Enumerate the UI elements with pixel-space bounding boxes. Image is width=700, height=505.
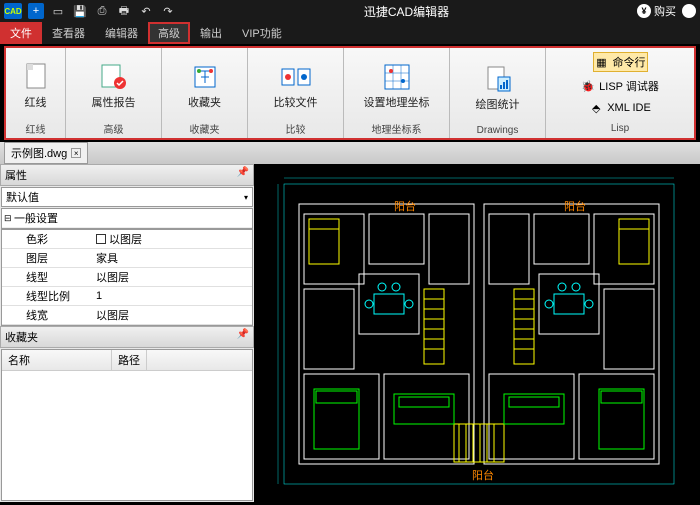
- props-grid: 色彩以图层 图层家具 线型以图层 线型比例1 线宽以图层: [1, 229, 253, 326]
- stats-label: 绘图统计: [476, 96, 520, 112]
- svg-text:阳台: 阳台: [472, 468, 494, 482]
- xml-ide-button[interactable]: ⬘ XML IDE: [588, 100, 652, 116]
- redline-button[interactable]: 红线: [21, 52, 51, 119]
- doc-name: 示例图.dwg: [11, 145, 67, 161]
- prop-key: 线宽: [2, 306, 92, 324]
- chevron-down-icon: ▾: [244, 193, 248, 202]
- group-geo: 地理坐标系: [372, 119, 422, 136]
- pin-icon[interactable]: 📌: [237, 329, 249, 345]
- document-tab[interactable]: 示例图.dwg ×: [4, 142, 88, 164]
- stats-button[interactable]: 绘图统计: [476, 52, 520, 123]
- tab-output[interactable]: 输出: [190, 22, 232, 44]
- ribbon: 红线 红线 属性报告 高级 收藏夹 收藏夹 比较文件 比较 设置地理坐标 地理坐…: [4, 46, 696, 140]
- report-button[interactable]: 属性报告: [92, 52, 136, 119]
- color-swatch: [96, 234, 106, 244]
- prop-val[interactable]: 1: [92, 287, 252, 305]
- geo-label: 设置地理坐标: [364, 94, 430, 110]
- group-drawings: Drawings: [477, 123, 519, 136]
- xml-label: XML IDE: [607, 102, 651, 114]
- tab-editor[interactable]: 编辑器: [95, 22, 148, 44]
- lisp-debug-button[interactable]: 🐞 LISP 调试器: [580, 77, 660, 95]
- prop-key: 图层: [2, 249, 92, 267]
- undo-icon[interactable]: ↶: [138, 3, 154, 19]
- drawing-canvas[interactable]: 阳台 阳台 阳台: [254, 164, 700, 502]
- section-label: 一般设置: [14, 210, 58, 226]
- geo-icon: [382, 62, 412, 92]
- prop-val[interactable]: 家具: [92, 249, 252, 267]
- section-general[interactable]: ⊟ 一般设置: [2, 209, 252, 228]
- buy-button[interactable]: ¥购买: [637, 3, 676, 19]
- xml-icon: ⬘: [589, 101, 603, 115]
- fav-col-path[interactable]: 路径: [112, 350, 147, 370]
- cmd-icon: ▦: [595, 55, 609, 69]
- fav-title: 收藏夹: [5, 329, 38, 345]
- default-dropdown[interactable]: 默认值 ▾: [1, 187, 253, 207]
- app-title: 迅捷CAD编辑器: [176, 3, 637, 20]
- group-fav: 收藏夹: [190, 119, 220, 136]
- redo-icon[interactable]: ↷: [160, 3, 176, 19]
- tab-advanced[interactable]: 高级: [148, 22, 190, 44]
- print-icon[interactable]: 🖶: [116, 3, 132, 19]
- fav-button[interactable]: 收藏夹: [188, 52, 221, 119]
- redline-label: 红线: [25, 94, 47, 110]
- fav-col-name[interactable]: 名称: [2, 350, 112, 370]
- tab-vip[interactable]: VIP功能: [232, 22, 292, 44]
- compare-label: 比较文件: [274, 94, 318, 110]
- group-compare: 比较: [286, 119, 306, 136]
- group-advanced: 高级: [104, 119, 124, 136]
- save-icon[interactable]: 💾: [72, 3, 88, 19]
- tab-viewer[interactable]: 查看器: [42, 22, 95, 44]
- saveas-icon[interactable]: ⎙: [94, 3, 110, 19]
- prop-val[interactable]: 以图层: [92, 268, 252, 286]
- default-label: 默认值: [6, 189, 39, 205]
- main-tabs: 文件 查看器 编辑器 高级 输出 VIP功能: [0, 22, 700, 44]
- fav-label: 收藏夹: [188, 94, 221, 110]
- props-header: 属性 📌: [0, 164, 254, 186]
- props-title: 属性: [5, 167, 27, 183]
- open-icon[interactable]: ▭: [50, 3, 66, 19]
- geo-button[interactable]: 设置地理坐标: [364, 52, 430, 119]
- buy-label: 购买: [654, 3, 676, 19]
- report-label: 属性报告: [92, 94, 136, 110]
- svg-text:阳台: 阳台: [394, 199, 416, 213]
- pin-icon[interactable]: 📌: [237, 167, 249, 183]
- prop-key: 线型: [2, 268, 92, 286]
- prop-val[interactable]: 以图层: [92, 306, 252, 324]
- fav-icon: [190, 62, 220, 92]
- prop-key: 色彩: [2, 230, 92, 248]
- tab-file[interactable]: 文件: [0, 22, 42, 44]
- report-icon: [99, 62, 129, 92]
- close-doc-icon[interactable]: ×: [71, 148, 81, 158]
- collapse-icon[interactable]: ⊟: [4, 213, 14, 224]
- stats-icon: [483, 64, 513, 94]
- compare-icon: [281, 62, 311, 92]
- fav-header: 收藏夹 📌: [0, 326, 254, 348]
- group-redline: 红线: [26, 119, 46, 136]
- new-icon[interactable]: +: [28, 3, 44, 19]
- prop-key: 线型比例: [2, 287, 92, 305]
- redline-icon: [21, 62, 51, 92]
- group-lisp: Lisp: [611, 121, 629, 134]
- cmd-label: 命令行: [613, 54, 646, 70]
- compare-button[interactable]: 比较文件: [274, 52, 318, 119]
- prop-val[interactable]: 以图层: [92, 230, 252, 248]
- app-logo: CAD: [4, 3, 22, 19]
- svg-text:阳台: 阳台: [564, 199, 586, 213]
- user-icon[interactable]: [682, 4, 696, 18]
- bug-icon: 🐞: [581, 79, 595, 93]
- dbg-label: LISP 调试器: [599, 78, 659, 94]
- cmdline-button[interactable]: ▦ 命令行: [593, 52, 648, 72]
